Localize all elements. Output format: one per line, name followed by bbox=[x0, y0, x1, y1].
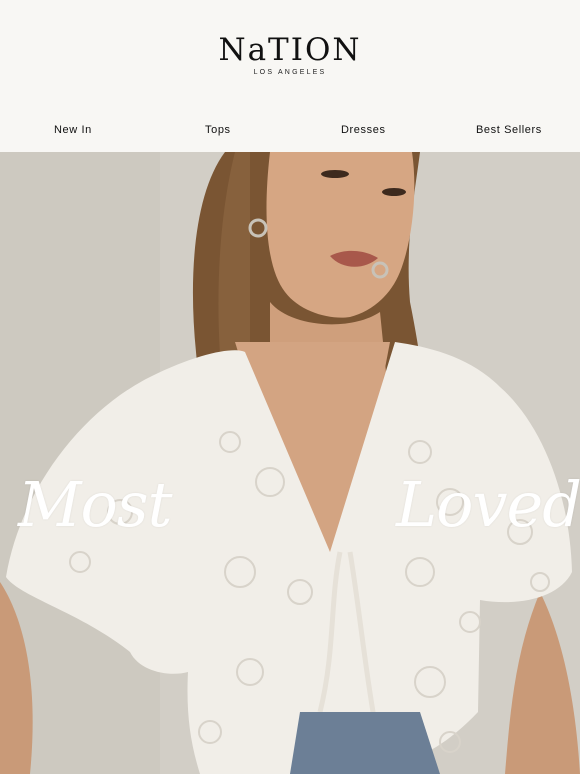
hero-model-image bbox=[0, 152, 580, 774]
hero-title-loved: Loved bbox=[396, 468, 580, 541]
brand-tagline: LOS ANGELES bbox=[253, 69, 327, 76]
brand-name: NaTION bbox=[218, 32, 362, 68]
nav-item-tops[interactable]: Tops bbox=[205, 124, 231, 136]
hero-banner[interactable]: Most Loved bbox=[0, 152, 580, 774]
main-navigation: New In Tops Dresses Best Sellers bbox=[0, 112, 580, 152]
nav-item-best-sellers[interactable]: Best Sellers bbox=[476, 124, 542, 136]
nav-item-dresses[interactable]: Dresses bbox=[341, 124, 386, 136]
hero-title-most: Most bbox=[18, 468, 173, 541]
nav-item-new-in[interactable]: New In bbox=[54, 124, 92, 136]
brand-logo[interactable]: NaTION LOS ANGELES bbox=[0, 34, 580, 76]
email-header: NaTION LOS ANGELES bbox=[0, 0, 580, 112]
